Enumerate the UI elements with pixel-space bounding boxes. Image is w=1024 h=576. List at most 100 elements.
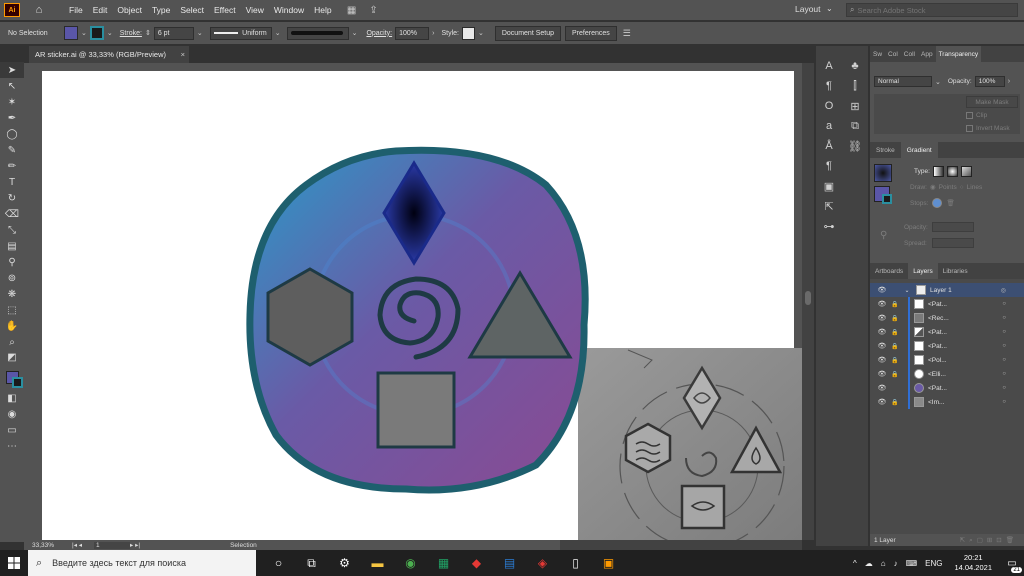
chevron-right-icon[interactable]: › bbox=[1008, 78, 1010, 85]
menu-file[interactable]: File bbox=[64, 5, 88, 15]
layer-item-name[interactable]: <Pat... bbox=[928, 301, 947, 308]
home-icon[interactable]: ⌂ bbox=[32, 3, 46, 17]
fill-stroke-indicator[interactable] bbox=[0, 364, 24, 390]
tab-color-guide[interactable]: Coll bbox=[901, 46, 918, 62]
type-tool-icon[interactable]: T bbox=[0, 174, 24, 190]
target-circle-icon[interactable]: ○ bbox=[1002, 301, 1006, 307]
transform-panel-icon[interactable]: ⊞ bbox=[842, 96, 868, 116]
status-mode[interactable]: Selection bbox=[230, 542, 257, 549]
menu-window[interactable]: Window bbox=[269, 5, 309, 15]
close-icon[interactable]: × bbox=[181, 50, 185, 59]
target-circle-icon[interactable]: ◎ bbox=[1001, 287, 1006, 294]
vertical-scrollbar[interactable] bbox=[802, 63, 814, 540]
mcafee-icon[interactable]: ◆ bbox=[460, 550, 493, 576]
arrange-documents-icon[interactable]: ▦ bbox=[343, 3, 361, 17]
menu-select[interactable]: Select bbox=[175, 5, 209, 15]
gradient-spread-field[interactable] bbox=[932, 238, 974, 248]
visibility-eye-icon[interactable]: 👁 bbox=[876, 356, 888, 364]
target-circle-icon[interactable]: ○ bbox=[1002, 399, 1006, 405]
document-setup-button[interactable]: Document Setup bbox=[494, 25, 562, 41]
visibility-eye-icon[interactable]: 👁 bbox=[876, 328, 888, 336]
chevron-down-icon[interactable]: ⌄ bbox=[478, 29, 484, 37]
menu-effect[interactable]: Effect bbox=[209, 5, 241, 15]
invert-mask-checkbox[interactable] bbox=[966, 125, 973, 132]
target-circle-icon[interactable]: ○ bbox=[1002, 371, 1006, 377]
paragraph-styles-icon[interactable]: ¶ bbox=[816, 156, 842, 176]
network-icon[interactable]: ⌂ bbox=[881, 559, 886, 568]
chevron-down-icon[interactable]: ⌄ bbox=[275, 29, 281, 37]
gradient-preview-swatch[interactable] bbox=[874, 164, 892, 182]
excel-icon[interactable]: ▦ bbox=[427, 550, 460, 576]
illustrator-taskbar-icon[interactable]: ▣ bbox=[592, 550, 625, 576]
eyedropper-icon[interactable]: ⚲ bbox=[880, 230, 887, 241]
tab-layers[interactable]: Layers bbox=[908, 263, 938, 279]
ellipse-tool-icon[interactable]: ◯ bbox=[0, 126, 24, 142]
artboard-tool-icon[interactable]: ⬚ bbox=[0, 302, 24, 318]
lock-icon[interactable]: 🔒 bbox=[890, 343, 900, 350]
screen-mode-icon[interactable]: ▭ bbox=[0, 422, 24, 438]
visibility-eye-icon[interactable]: 👁 bbox=[876, 314, 888, 322]
stroke-label[interactable]: Stroke: bbox=[120, 30, 142, 37]
windows-start-icon[interactable] bbox=[0, 550, 28, 576]
document-tab[interactable]: AR sticker.ai @ 33,33% (RGB/Preview) × bbox=[29, 46, 189, 63]
opentype-panel-icon[interactable]: O bbox=[816, 96, 842, 116]
layer-row[interactable]: 👁 🔒 <Im... ○ bbox=[870, 395, 1024, 409]
eraser-tool-icon[interactable]: ⌫ bbox=[0, 206, 24, 222]
more-tools-icon[interactable]: ⋯ bbox=[0, 438, 24, 454]
layer-item-name[interactable]: <Im... bbox=[928, 399, 944, 406]
stock-search-input[interactable] bbox=[857, 5, 1008, 15]
onscreen-keyboard-icon[interactable]: ⌨ bbox=[906, 559, 918, 568]
layer-item-name[interactable]: <Rec... bbox=[928, 315, 949, 322]
links-panel-icon[interactable]: ⊶ bbox=[816, 216, 842, 236]
stepper-icon[interactable]: ⇕ bbox=[145, 29, 151, 37]
menu-help[interactable]: Help bbox=[309, 5, 336, 15]
layer-item-name[interactable]: <Elli... bbox=[928, 371, 946, 378]
visibility-eye-icon[interactable]: 👁 bbox=[876, 286, 888, 294]
linear-gradient-icon[interactable] bbox=[932, 166, 944, 177]
tab-swatches[interactable]: Sw bbox=[870, 46, 885, 62]
square-shape[interactable] bbox=[376, 371, 456, 449]
menu-object[interactable]: Object bbox=[112, 5, 147, 15]
fill-swatch[interactable] bbox=[64, 26, 78, 40]
layer-item-name[interactable]: <Pat... bbox=[928, 385, 947, 392]
chrome-icon[interactable]: ◉ bbox=[394, 550, 427, 576]
pathfinder-panel-icon[interactable]: ⧉ bbox=[842, 116, 868, 136]
menu-type[interactable]: Type bbox=[147, 5, 175, 15]
layer-item-name[interactable]: <Pat... bbox=[928, 343, 947, 350]
lock-icon[interactable]: 🔒 bbox=[890, 357, 900, 364]
visibility-eye-icon[interactable]: 👁 bbox=[876, 398, 888, 406]
layer-row[interactable]: 👁 🔒 <Rec... ○ bbox=[870, 311, 1024, 325]
draw-mode-icon[interactable]: ◉ bbox=[0, 406, 24, 422]
stroke-indicator-icon[interactable] bbox=[11, 376, 23, 388]
target-circle-icon[interactable]: ○ bbox=[1002, 343, 1006, 349]
visibility-eye-icon[interactable]: 👁 bbox=[876, 384, 888, 392]
canvas-area[interactable] bbox=[24, 63, 802, 540]
clip-checkbox[interactable] bbox=[966, 112, 973, 119]
layer-item-name[interactable]: <Pat... bbox=[928, 329, 947, 336]
lock-icon[interactable]: 🔒 bbox=[890, 371, 900, 378]
glyphs-panel-icon[interactable]: a bbox=[816, 116, 842, 136]
tab-transparency[interactable]: Transparency bbox=[935, 46, 982, 62]
fill-indicator-icon[interactable] bbox=[5, 370, 23, 388]
opacity-field[interactable]: 100% bbox=[395, 26, 430, 40]
first-artboard-icon[interactable]: |◂ ◂ bbox=[72, 541, 82, 549]
layers-footer-icons[interactable]: ⇱⌕▢⊞⊡🗑 bbox=[960, 536, 1018, 545]
sticker-artwork[interactable] bbox=[246, 145, 592, 495]
gradient-stroke-icon[interactable] bbox=[882, 194, 892, 204]
graphic-style-swatch[interactable] bbox=[461, 26, 475, 40]
tab-color[interactable]: Col bbox=[885, 46, 901, 62]
layer-row[interactable]: 👁 <Pat... ○ bbox=[870, 381, 1024, 395]
tab-artboards[interactable]: Artboards bbox=[870, 263, 908, 279]
horizontal-scrollbar[interactable] bbox=[560, 540, 802, 550]
eyedropper-tool-icon[interactable]: ⚲ bbox=[0, 254, 24, 270]
gradient-tool-icon[interactable]: ▤ bbox=[0, 238, 24, 254]
align-options-icon[interactable]: ☰ bbox=[623, 28, 631, 39]
stroke-profile-select[interactable]: Uniform bbox=[209, 26, 272, 40]
tab-appearance[interactable]: App bbox=[918, 46, 936, 62]
volume-icon[interactable]: ♪ bbox=[894, 559, 898, 568]
layer-name[interactable]: Layer 1 bbox=[930, 287, 952, 294]
zoom-tool-icon[interactable]: ⌕ bbox=[0, 334, 24, 350]
gradient-stop-icon[interactable] bbox=[932, 198, 943, 208]
layer-row[interactable]: 👁 🔒 <Pat... ○ bbox=[870, 297, 1024, 311]
preferences-button[interactable]: Preferences bbox=[565, 25, 617, 41]
